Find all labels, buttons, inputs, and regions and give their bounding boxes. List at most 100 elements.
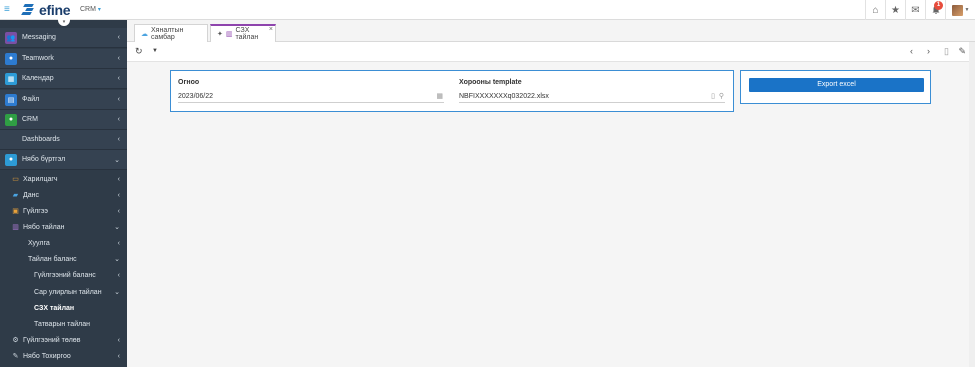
tab-bar: ☁ Хяналтын самбар ✦ ▥ СЗХ тайлан × <box>127 20 975 42</box>
star-icon[interactable]: ★ <box>885 0 905 20</box>
sidebar-item-statement[interactable]: Хуулга ‹ <box>0 235 127 251</box>
date-label: Огноо <box>178 79 200 86</box>
gears-icon: ⚙ <box>12 337 19 344</box>
main-content: Огноо 2023/06/22 ▦ Хорооны template NBFI… <box>127 62 975 367</box>
close-icon[interactable]: × <box>269 26 273 33</box>
sidebar-item-reports[interactable]: ▥ Нябо тайлан ⌄ <box>0 219 127 235</box>
home-icon[interactable]: ⌂ <box>865 0 885 20</box>
chevron-left-icon: ‹ <box>117 96 120 103</box>
customer-icon: ▭ <box>12 176 19 183</box>
module-label: CRM <box>80 6 96 13</box>
sidebar-item-label: Хуулга <box>28 239 50 247</box>
chevron-left-icon: ‹ <box>117 191 120 199</box>
sidebar-item-dashboards[interactable]: Dashboards ‹ <box>0 130 127 150</box>
date-field[interactable]: 2023/06/22 ▦ <box>178 91 444 103</box>
wrench-icon: ✎ <box>12 353 19 360</box>
chevron-left-icon: ‹ <box>117 271 120 279</box>
sidebar-item-transaction-balance[interactable]: Гүйлгээний баланс ‹ <box>0 267 127 283</box>
chevron-left-icon: ‹ <box>117 175 120 183</box>
sidebar-item-label: Гүйлгээний төлөв <box>23 336 81 344</box>
sidebar-item-crm[interactable]: ● CRM ‹ <box>0 110 127 130</box>
chart-icon: ▥ <box>225 31 233 38</box>
sidebar-item-label: Сар улирлын тайлан <box>34 288 102 296</box>
sidebar-item-label: CRM <box>22 116 38 123</box>
top-bar: ≡ efine CRM ▾ ⌂ ★ ✉ 1 ▼ <box>0 0 975 20</box>
sidebar-item-label: Данс <box>23 191 39 199</box>
template-value: NBFIXXXXXXXq032022.xlsx <box>459 93 549 100</box>
pin-icon: ✦ <box>217 31 223 38</box>
chevron-left-icon: ‹ <box>117 116 120 123</box>
sidebar-item-label: Нябо бүртгэл <box>22 156 66 163</box>
chart-icon: ▥ <box>12 224 19 231</box>
sidebar-item-label: СЗХ тайлан <box>34 304 75 312</box>
sidebar-item-label: Teamwork <box>22 55 54 62</box>
chevron-left-icon: ‹ <box>117 336 120 344</box>
chevron-left-icon: ‹ <box>117 75 120 82</box>
mail-icon[interactable]: ✉ <box>905 0 925 20</box>
search-icon[interactable]: ⚲ <box>719 91 724 103</box>
chevron-down-icon: ⌄ <box>114 224 120 231</box>
sidebar-item-customer[interactable]: ▭ Харилцагч ‹ <box>0 171 127 187</box>
sidebar-item-label: Dashboards <box>22 136 60 143</box>
user-icon: ● <box>5 52 17 65</box>
sidebar-item-transaction-status[interactable]: ⚙ Гүйлгээний төлөв ‹ <box>0 332 127 348</box>
chevron-down-icon[interactable]: ▼ <box>152 48 158 54</box>
sidebar-item-teamwork[interactable]: ● Teamwork ‹ <box>0 49 127 69</box>
sidebar-item-accounting[interactable]: ● Нябо бүртгэл ⌄ <box>0 150 127 170</box>
sidebar-item-tax-report[interactable]: Татварын тайлан <box>0 316 127 332</box>
chevron-left-icon: ‹ <box>117 239 120 247</box>
calendar-icon[interactable]: ▦ <box>436 91 443 103</box>
wrench-icon[interactable]: ✎ <box>958 46 966 57</box>
sidebar-item-label: Messaging <box>22 34 56 41</box>
tab-szh-report[interactable]: ✦ ▥ СЗХ тайлан × <box>210 24 276 42</box>
chevron-down-icon: ⌄ <box>114 256 120 263</box>
logo-text: efine <box>39 2 71 18</box>
chevron-down-icon: ⌄ <box>114 289 120 296</box>
refresh-icon[interactable]: ↻ <box>135 46 143 57</box>
file-icon[interactable]: ▯ <box>711 91 715 103</box>
book-icon: ▰ <box>12 192 19 199</box>
calendar-icon: ▦ <box>5 72 17 85</box>
sidebar-item-label: Файл <box>22 96 40 103</box>
file-icon: ▤ <box>5 93 17 106</box>
dashboards-icon <box>5 134 17 146</box>
chevron-left-icon: ‹ <box>117 207 120 215</box>
sidebar-item-settings[interactable]: ✎ Нябо Тохиргоо ‹ <box>0 348 127 364</box>
export-panel: Export excel <box>740 70 931 104</box>
tab-dashboard[interactable]: ☁ Хяналтын самбар <box>134 24 208 42</box>
sidebar-item-balance-report[interactable]: Тайлан баланс ⌄ <box>0 251 127 267</box>
collapse-sidebar-icon[interactable]: ▾ <box>58 19 70 26</box>
template-field[interactable]: NBFIXXXXXXXq032022.xlsx ▯ ⚲ <box>459 91 725 103</box>
module-selector[interactable]: CRM ▾ <box>80 6 101 13</box>
chevron-left-icon: ‹ <box>117 34 120 41</box>
sidebar-item-quarterly-report[interactable]: Сар улирлын тайлан ⌄ <box>0 284 127 300</box>
export-excel-button[interactable]: Export excel <box>749 78 924 92</box>
chevron-left-icon[interactable]: ‹ <box>910 46 913 56</box>
bell-icon[interactable]: 1 <box>925 0 945 20</box>
document-icon[interactable]: ▯ <box>944 46 949 57</box>
sidebar-item-account[interactable]: ▰ Данс ‹ <box>0 187 127 203</box>
person-icon: ● <box>5 113 17 126</box>
sidebar-item-szh-report[interactable]: СЗХ тайлан <box>0 300 127 316</box>
date-value: 2023/06/22 <box>178 93 214 100</box>
users-icon: 👥 <box>5 31 17 44</box>
chevron-left-icon: ‹ <box>117 136 120 143</box>
chevron-left-icon: ‹ <box>117 352 120 360</box>
sidebar-item-label: Тайлан баланс <box>28 255 77 263</box>
chevron-left-icon: ‹ <box>117 55 120 62</box>
logo[interactable]: efine <box>21 2 71 18</box>
sidebar-item-calendar[interactable]: ▦ Календар ‹ <box>0 69 127 89</box>
sidebar-item-transaction[interactable]: ▣ Гүйлгээ ‹ <box>0 203 127 219</box>
scrollbar[interactable] <box>969 42 975 367</box>
chevron-right-icon[interactable]: › <box>927 46 930 56</box>
sidebar-item-file[interactable]: ▤ Файл ‹ <box>0 90 127 110</box>
sidebar-item-label: Гүйлгээний баланс <box>34 271 96 279</box>
notification-badge: 1 <box>934 1 943 10</box>
sidebar-item-messaging[interactable]: 👥 Messaging ‹ <box>0 28 127 48</box>
sidebar-item-label: Татварын тайлан <box>34 320 90 328</box>
tab-label: СЗХ тайлан <box>235 27 259 41</box>
person-icon: ● <box>5 153 17 166</box>
menu-icon[interactable]: ≡ <box>4 5 13 15</box>
chevron-down-icon: ▼ <box>964 7 970 13</box>
user-menu[interactable]: ▼ <box>945 0 975 20</box>
